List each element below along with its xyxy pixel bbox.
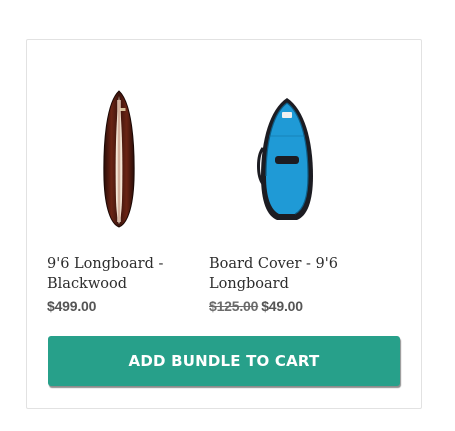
product-price-row: $125.00 $49.00 (209, 298, 303, 314)
product-title-line[interactable]: Longboard (209, 274, 369, 294)
bundle-card: 9'6 Longboard - Blackwood $499.00 Board … (26, 39, 422, 409)
product-price: $499.00 (47, 298, 97, 314)
product-title[interactable]: 9'6 Longboard - Blackwood (47, 254, 207, 294)
longboard-surfboard-image[interactable] (101, 90, 137, 228)
product-title-line[interactable]: Board Cover - 9'6 (209, 254, 369, 274)
product-title[interactable]: Board Cover - 9'6 Longboard (209, 254, 369, 294)
product-title-line[interactable]: 9'6 Longboard - (47, 254, 207, 274)
compare-at-price: $125.00 (209, 298, 259, 314)
add-bundle-to-cart-button[interactable]: ADD BUNDLE TO CART (48, 336, 400, 386)
board-cover-bag-image[interactable] (257, 96, 317, 222)
product-price: $49.00 (261, 298, 303, 314)
product-title-line[interactable]: Blackwood (47, 274, 207, 294)
product-price-row: $499.00 (47, 298, 96, 314)
